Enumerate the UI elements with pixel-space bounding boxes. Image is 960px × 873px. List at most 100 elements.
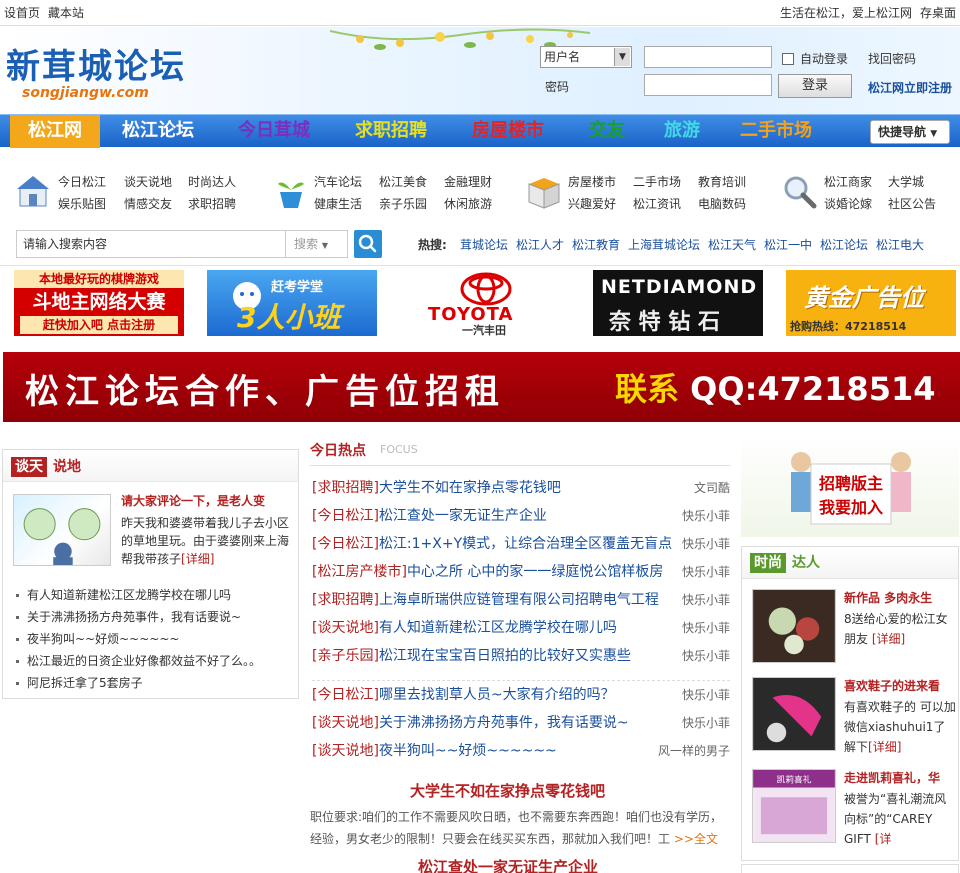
hot-search-link[interactable]: 上海茸城论坛 xyxy=(628,236,700,253)
topic-category[interactable]: [松江房产楼市] xyxy=(312,564,407,580)
more-link[interactable]: [详细] xyxy=(181,552,214,566)
topic-author[interactable]: 文司酷 xyxy=(694,476,730,500)
slogan-link[interactable]: 生活在松江，爱上松江网 xyxy=(780,6,912,20)
category-link[interactable]: 松江美食 xyxy=(379,173,427,190)
category-link[interactable]: 今日松江 xyxy=(58,173,106,190)
hot-topic-row[interactable]: [亲子乐园]松江现在宝宝百日照拍的比较好又实惠些 快乐小菲 xyxy=(312,644,730,668)
category-link[interactable]: 松江商家 xyxy=(824,173,872,190)
auto-login-checkbox[interactable]: 自动登录 xyxy=(782,50,848,67)
category-link[interactable]: 娱乐贴图 xyxy=(58,195,106,212)
login-type-select[interactable]: 用户名 ▼ xyxy=(540,46,632,68)
list-item[interactable]: 夜半狗叫~~好烦~~~~~~ xyxy=(11,628,296,650)
ad-banner[interactable]: 松江论坛合作、广告位招租 联系 QQ:47218514 xyxy=(3,352,960,422)
category-link[interactable]: 电脑数码 xyxy=(698,195,746,212)
hot-topic-row[interactable]: [谈天说地]关于沸沸扬扬方舟苑事件，我有话要说~ 快乐小菲 xyxy=(312,711,730,735)
topic-author[interactable]: 快乐小菲 xyxy=(682,683,730,707)
featured-post-title[interactable]: 请大家评论一下，是老人变 xyxy=(121,492,265,509)
topic-category[interactable]: [谈天说地] xyxy=(312,715,379,731)
list-item[interactable]: 阿尼拆迁拿了5套房子 xyxy=(11,672,296,694)
read-more-link[interactable]: >>全文 xyxy=(674,832,718,846)
hot-search-link[interactable]: 松江一中 xyxy=(764,236,812,253)
checkbox-icon[interactable] xyxy=(782,53,794,65)
category-link[interactable]: 时尚达人 xyxy=(188,173,236,190)
category-link[interactable]: 社区公告 xyxy=(888,195,936,212)
nav-item-secondhand[interactable]: 二手市场 xyxy=(730,115,822,148)
item-title[interactable]: 走进凯莉喜礼，华 xyxy=(844,769,956,786)
shoes-thumbnail[interactable] xyxy=(752,677,836,751)
ad-golden-slot[interactable]: 黄金广告位 抢购热线：47218514 xyxy=(786,270,956,336)
category-link[interactable]: 松江资讯 xyxy=(633,195,681,212)
category-link[interactable]: 兴趣爱好 xyxy=(568,195,616,212)
search-type-select[interactable]: 搜索 ▼ xyxy=(286,230,348,258)
category-link[interactable]: 休闲旅游 xyxy=(444,195,492,212)
more-link[interactable]: [详细] xyxy=(868,740,901,754)
topic-title[interactable]: 上海卓昕瑞供应链管理有限公司招聘电气工程 xyxy=(379,592,659,608)
topic-category[interactable]: [今日松江] xyxy=(312,536,379,552)
username-input[interactable] xyxy=(644,46,772,68)
topic-title[interactable]: 松江现在宝宝百日照拍的比较好又实惠些 xyxy=(379,648,631,664)
topic-title[interactable]: 关于沸沸扬扬方舟苑事件，我有话要说~ xyxy=(379,715,629,731)
category-link[interactable]: 求职招聘 xyxy=(188,195,236,212)
panel-title[interactable]: 达人 xyxy=(792,553,820,573)
topic-title[interactable]: 夜半狗叫~~好烦~~~~~~ xyxy=(379,743,557,759)
topic-title[interactable]: 有人知道新建松江区龙腾学校在哪儿吗 xyxy=(379,620,617,636)
more-link[interactable]: [详细] xyxy=(872,632,905,646)
category-link[interactable]: 大学城 xyxy=(888,173,924,190)
hot-topic-row[interactable]: [求职招聘]大学生不如在家挣点零花钱吧 文司酷 xyxy=(312,476,730,500)
bookmark-link[interactable]: 藏本站 xyxy=(48,6,84,20)
featured-article-title[interactable]: 大学生不如在家挣点零花钱吧 xyxy=(410,780,605,801)
topic-author[interactable]: 风一样的男子 xyxy=(658,739,730,763)
login-button[interactable]: 登录 xyxy=(778,74,852,98)
category-link[interactable]: 亲子乐园 xyxy=(379,195,427,212)
topic-title[interactable]: 松江:1+X+Y模式，让综合治理全区覆盖无盲点 xyxy=(379,536,672,552)
topic-author[interactable]: 快乐小菲 xyxy=(682,616,730,640)
recruit-moderator-ad[interactable]: 招聘版主 我要加入 xyxy=(741,436,959,537)
hot-search-link[interactable]: 松江人才 xyxy=(516,236,564,253)
hot-search-link[interactable]: 松江教育 xyxy=(572,236,620,253)
topic-title[interactable]: 大学生不如在家挣点零花钱吧 xyxy=(379,480,561,496)
topic-author[interactable]: 快乐小菲 xyxy=(682,560,730,584)
panel-title[interactable]: 说地 xyxy=(53,457,81,477)
topic-author[interactable]: 快乐小菲 xyxy=(682,711,730,735)
hot-search-link[interactable]: 茸城论坛 xyxy=(460,236,508,253)
category-link[interactable]: 健康生活 xyxy=(314,195,362,212)
nav-item-today[interactable]: 今日茸城 xyxy=(228,115,320,148)
hot-topic-row[interactable]: [今日松江]松江:1+X+Y模式，让综合治理全区覆盖无盲点 快乐小菲 xyxy=(312,532,730,556)
list-item[interactable]: 有人知道新建松江区龙腾学校在哪儿吗 xyxy=(11,584,296,606)
category-link[interactable]: 房屋楼市 xyxy=(568,173,616,190)
topic-category[interactable]: [亲子乐园] xyxy=(312,648,379,664)
search-input[interactable]: 请输入搜索内容 xyxy=(16,230,286,258)
hot-topic-row[interactable]: [今日松江]松江查处一家无证生产企业 快乐小菲 xyxy=(312,504,730,528)
topic-category[interactable]: [求职招聘] xyxy=(312,592,379,608)
featured-article-title[interactable]: 松江查处一家无证生产企业 xyxy=(418,856,598,873)
topic-author[interactable]: 快乐小菲 xyxy=(682,532,730,556)
nav-item-dating[interactable]: 交友 xyxy=(579,115,635,148)
list-item[interactable]: 松江最近的日资企业好像都效益不好了么。。 xyxy=(11,650,296,672)
topic-author[interactable]: 快乐小菲 xyxy=(682,588,730,612)
nav-item-forum[interactable]: 松江论坛 xyxy=(112,115,204,148)
more-link[interactable]: [详 xyxy=(875,832,892,846)
category-link[interactable]: 情感交友 xyxy=(124,195,172,212)
nav-item-housing[interactable]: 房屋楼市 xyxy=(462,115,554,148)
site-logo[interactable]: 新茸城论坛 xyxy=(6,39,186,88)
topic-category[interactable]: [求职招聘] xyxy=(312,480,379,496)
password-input[interactable] xyxy=(644,74,772,96)
hot-search-link[interactable]: 松江电大 xyxy=(876,236,924,253)
quick-nav-dropdown[interactable]: 快捷导航 ▼ xyxy=(870,120,950,144)
ad-tutoring[interactable]: 赶考学堂 3人小班 xyxy=(207,270,377,336)
register-link[interactable]: 松江网立即注册 xyxy=(868,79,952,96)
topic-category[interactable]: [谈天说地] xyxy=(312,743,379,759)
hot-topic-row[interactable]: [谈天说地]有人知道新建松江区龙腾学校在哪儿吗 快乐小菲 xyxy=(312,616,730,640)
set-homepage-link[interactable]: 设首页 xyxy=(4,6,40,20)
ad-landlord-game[interactable]: 本地最好玩的棋牌游戏 斗地主网络大赛 赶快加入吧 点击注册 xyxy=(14,270,184,336)
category-link[interactable]: 谈婚论嫁 xyxy=(824,195,872,212)
ad-toyota[interactable]: TOYOTA 一汽丰田 xyxy=(400,270,570,336)
topic-author[interactable]: 快乐小菲 xyxy=(682,504,730,528)
hot-topic-row[interactable]: [今日松江]哪里去找割草人员~大家有介绍的吗？ 快乐小菲 xyxy=(312,683,730,707)
hot-topic-row[interactable]: [求职招聘]上海卓昕瑞供应链管理有限公司招聘电气工程 快乐小菲 xyxy=(312,588,730,612)
hot-topic-row[interactable]: [松江房产楼市]中心之所 心中的家一一绿庭悦公馆样板房 快乐小菲 xyxy=(312,560,730,584)
item-title[interactable]: 新作品 多肉永生 xyxy=(844,589,956,606)
search-button[interactable] xyxy=(354,230,382,258)
hot-search-link[interactable]: 松江天气 xyxy=(708,236,756,253)
gift-store-thumbnail[interactable]: 凯莉喜礼 xyxy=(752,769,836,843)
